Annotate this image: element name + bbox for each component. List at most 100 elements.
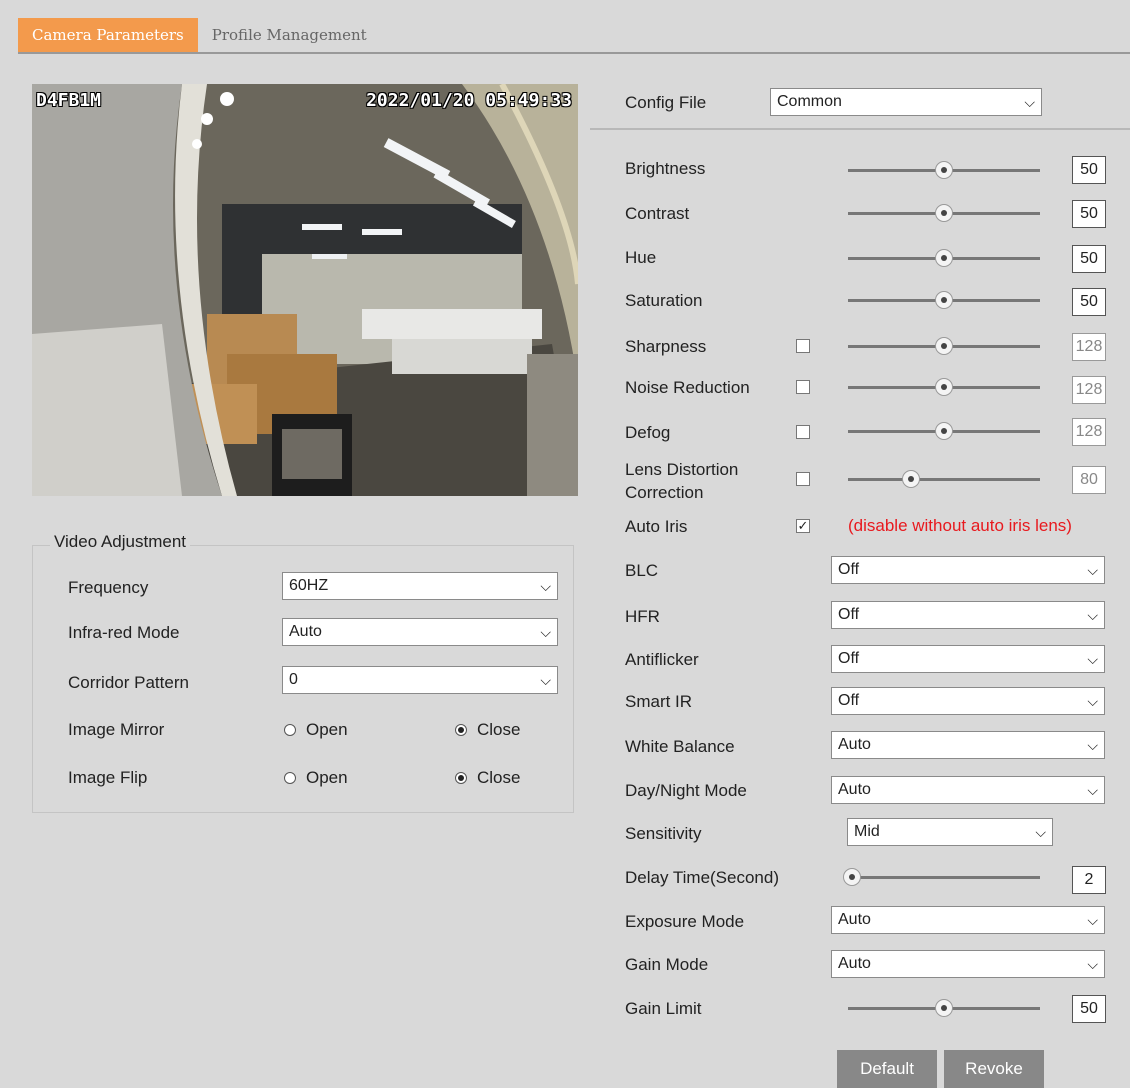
- white-balance-select[interactable]: Auto ⌵: [831, 731, 1105, 759]
- delay-time-slider-track[interactable]: [848, 876, 1040, 879]
- day-night-mode-select[interactable]: Auto ⌵: [831, 776, 1105, 804]
- tab-profile-management[interactable]: Profile Management: [198, 18, 381, 52]
- contrast-label: Contrast: [625, 204, 690, 223]
- image-flip-close-label: Close: [477, 768, 521, 787]
- radio-selected-icon: [455, 724, 467, 736]
- lens-distortion-checkbox[interactable]: [796, 472, 810, 486]
- lens-distortion-slider-handle[interactable]: [902, 470, 921, 488]
- section-divider: [590, 128, 1130, 130]
- exposure-mode-value: Auto: [838, 911, 871, 928]
- white-balance-label: White Balance: [625, 737, 735, 756]
- hfr-select[interactable]: Off ⌵: [831, 601, 1105, 629]
- camera-preview: D4FB1M 2022/01/20 05:49:33: [32, 84, 578, 496]
- delay-time-value[interactable]: 2: [1072, 866, 1106, 894]
- image-flip-open-radio[interactable]: Open: [284, 768, 348, 788]
- frequency-select[interactable]: 60HZ ⌵: [282, 572, 558, 600]
- gain-mode-value: Auto: [838, 955, 871, 972]
- gain-mode-label: Gain Mode: [625, 955, 709, 974]
- white-balance-value: Auto: [838, 736, 871, 753]
- config-file-value: Common: [777, 93, 842, 110]
- defog-label: Defog: [625, 423, 671, 442]
- antiflicker-select[interactable]: Off ⌵: [831, 645, 1105, 673]
- hfr-label: HFR: [625, 607, 660, 626]
- sensitivity-select[interactable]: Mid ⌵: [847, 818, 1053, 846]
- tab-underline: [18, 52, 1130, 54]
- chevron-down-icon: ⌵: [540, 672, 551, 688]
- sensitivity-label: Sensitivity: [625, 824, 702, 843]
- blc-select[interactable]: Off ⌵: [831, 556, 1105, 584]
- frequency-value: 60HZ: [289, 577, 329, 594]
- tab-camera-parameters[interactable]: Camera Parameters: [18, 18, 198, 52]
- saturation-slider-handle[interactable]: [935, 291, 953, 309]
- sharpness-value[interactable]: 128: [1072, 333, 1106, 361]
- antiflicker-value: Off: [838, 650, 860, 667]
- image-mirror-open-label: Open: [306, 720, 348, 739]
- smart-ir-value: Off: [838, 692, 860, 709]
- brightness-label: Brightness: [625, 159, 706, 178]
- noise-reduction-slider-handle[interactable]: [935, 378, 953, 396]
- checkmark-icon: ✓: [797, 518, 809, 533]
- chevron-down-icon: ⌵: [1035, 824, 1046, 840]
- chevron-down-icon: ⌵: [540, 624, 551, 640]
- gain-limit-slider-handle[interactable]: [935, 999, 953, 1017]
- image-flip-close-radio[interactable]: Close: [455, 768, 520, 788]
- default-button[interactable]: Default: [837, 1050, 937, 1088]
- sharpness-slider-handle[interactable]: [935, 337, 953, 355]
- smart-ir-select[interactable]: Off ⌵: [831, 687, 1105, 715]
- corridor-pattern-select[interactable]: 0 ⌵: [282, 666, 558, 694]
- corridor-pattern-label: Corridor Pattern: [68, 673, 189, 692]
- contrast-value[interactable]: 50: [1072, 200, 1106, 228]
- sharpness-checkbox[interactable]: [796, 339, 810, 353]
- defog-checkbox[interactable]: [796, 425, 810, 439]
- infrared-mode-label: Infra-red Mode: [68, 623, 180, 642]
- infrared-mode-select[interactable]: Auto ⌵: [282, 618, 558, 646]
- chevron-down-icon: ⌵: [1087, 562, 1098, 578]
- sensitivity-value: Mid: [854, 823, 880, 840]
- brightness-value[interactable]: 50: [1072, 156, 1106, 184]
- image-flip-open-label: Open: [306, 768, 348, 787]
- camera-id-osd: D4FB1M: [36, 90, 102, 111]
- chevron-down-icon: ⌵: [1087, 737, 1098, 753]
- chevron-down-icon: ⌵: [540, 578, 551, 594]
- gain-limit-label: Gain Limit: [625, 999, 702, 1018]
- hue-label: Hue: [625, 248, 657, 267]
- exposure-mode-select[interactable]: Auto ⌵: [831, 906, 1105, 934]
- corridor-pattern-value: 0: [289, 671, 298, 688]
- chevron-down-icon: ⌵: [1087, 693, 1098, 709]
- image-flip-label: Image Flip: [68, 768, 148, 787]
- saturation-label: Saturation: [625, 291, 703, 310]
- noise-reduction-checkbox[interactable]: [796, 380, 810, 394]
- config-file-select[interactable]: Common ⌵: [770, 88, 1042, 116]
- infrared-mode-value: Auto: [289, 623, 322, 640]
- lens-distortion-label-line2: Correction: [625, 483, 704, 502]
- auto-iris-label: Auto Iris: [625, 517, 688, 536]
- sharpness-label: Sharpness: [625, 337, 707, 356]
- antiflicker-label: Antiflicker: [625, 650, 699, 669]
- lens-distortion-value[interactable]: 80: [1072, 466, 1106, 494]
- video-adjustment-legend: Video Adjustment: [50, 532, 190, 552]
- brightness-slider-handle[interactable]: [935, 161, 953, 179]
- auto-iris-warning: (disable without auto iris lens): [848, 516, 1072, 535]
- delay-time-label: Delay Time(Second): [625, 868, 780, 887]
- revoke-button[interactable]: Revoke: [944, 1050, 1044, 1088]
- blc-value: Off: [838, 561, 860, 578]
- image-mirror-open-radio[interactable]: Open: [284, 720, 348, 740]
- image-mirror-close-radio[interactable]: Close: [455, 720, 520, 740]
- hue-slider-handle[interactable]: [935, 249, 953, 267]
- gain-mode-select[interactable]: Auto ⌵: [831, 950, 1105, 978]
- delay-time-slider-handle[interactable]: [842, 868, 861, 886]
- radio-icon: [284, 772, 296, 784]
- defog-slider-handle[interactable]: [935, 422, 953, 440]
- smart-ir-label: Smart IR: [625, 692, 693, 711]
- lens-distortion-slider-track[interactable]: [848, 478, 1040, 481]
- chevron-down-icon: ⌵: [1087, 782, 1098, 798]
- saturation-value[interactable]: 50: [1072, 288, 1106, 316]
- lens-distortion-label-line1: Lens Distortion: [625, 460, 739, 479]
- hue-value[interactable]: 50: [1072, 245, 1106, 273]
- contrast-slider-handle[interactable]: [935, 204, 953, 222]
- noise-reduction-value[interactable]: 128: [1072, 376, 1106, 404]
- defog-value[interactable]: 128: [1072, 418, 1106, 446]
- auto-iris-checkbox[interactable]: ✓: [796, 519, 810, 533]
- gain-limit-value[interactable]: 50: [1072, 995, 1106, 1023]
- blc-label: BLC: [625, 561, 659, 580]
